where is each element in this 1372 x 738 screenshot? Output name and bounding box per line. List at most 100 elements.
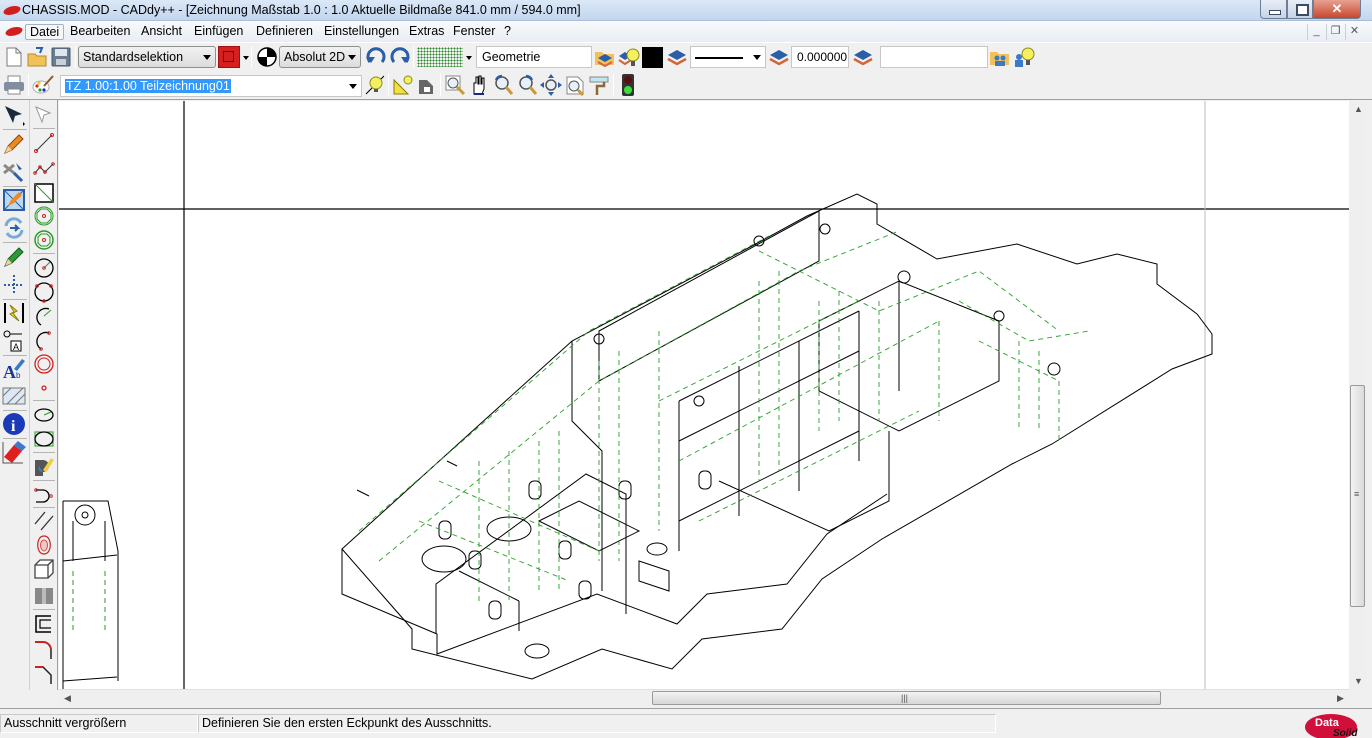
mdi-restore-button[interactable]: ❐ [1326, 24, 1344, 40]
text-style-icon[interactable]: Ab [2, 357, 26, 381]
point-icon[interactable] [33, 377, 55, 399]
vertical-scrollbar[interactable]: ▲ ≡ ▼ [1349, 101, 1366, 689]
modify-tools-icon[interactable] [2, 159, 26, 183]
layer-visibility-icon[interactable] [618, 46, 640, 68]
partial-drawing-select[interactable]: TZ 1.00:1.00 Teilzeichnung01 [60, 75, 362, 97]
group-folder-icon[interactable] [989, 46, 1011, 68]
undo-icon[interactable] [365, 46, 387, 68]
new-file-icon[interactable] [3, 46, 25, 68]
svg-text:A: A [3, 362, 16, 381]
mdi-minimize-button[interactable]: _ [1307, 24, 1325, 40]
text-attribute-icon[interactable]: A [2, 329, 26, 353]
contour-offset-icon[interactable] [33, 613, 55, 635]
box-3d-icon[interactable] [33, 558, 55, 580]
close-button[interactable]: ✕ [1313, 0, 1361, 19]
menu-bearbeiten[interactable]: Bearbeiten [66, 24, 134, 40]
fillet-icon[interactable] [33, 638, 55, 660]
scroll-up-arrow-icon[interactable]: ▲ [1354, 105, 1363, 114]
layer-stack-icon[interactable] [852, 46, 874, 68]
spline-contour-icon[interactable] [33, 534, 55, 556]
coordinate-mode-select[interactable]: Absolut 2D [279, 46, 361, 68]
select-arrow-icon[interactable] [2, 103, 26, 127]
arc-icon[interactable] [33, 329, 55, 351]
horizontal-scroll-thumb[interactable]: ||| [652, 691, 1161, 705]
pointer-icon[interactable] [33, 104, 55, 126]
redo-icon[interactable] [389, 46, 411, 68]
dimension-icon[interactable] [2, 301, 26, 325]
zoom-page-icon[interactable] [564, 74, 586, 96]
document-logo-icon[interactable] [4, 27, 24, 36]
zoom-all-icon[interactable] [540, 74, 562, 96]
pencil-draw-icon[interactable] [2, 132, 26, 156]
rectangle-icon[interactable] [33, 182, 55, 204]
arc-tangent-icon[interactable] [33, 484, 55, 506]
line-width-layer-icon[interactable] [768, 46, 790, 68]
menu-extras[interactable]: Extras [405, 24, 448, 40]
drawing-canvas[interactable] [59, 101, 1349, 689]
concentric-circle-icon[interactable] [33, 353, 55, 375]
minimize-button[interactable] [1260, 0, 1287, 19]
origin-icon[interactable] [256, 46, 278, 68]
circle-3-point-icon[interactable] [33, 281, 55, 303]
partial-drawing-visibility-icon[interactable] [364, 74, 386, 96]
pen-color-button[interactable] [218, 46, 240, 68]
zoom-out-icon[interactable] [516, 74, 538, 96]
set-square-light-icon[interactable] [392, 74, 414, 96]
color-swatch[interactable] [642, 47, 663, 68]
zoom-in-icon[interactable] [492, 74, 514, 96]
plotter-icon[interactable] [416, 74, 438, 96]
polygon-center-icon[interactable] [33, 205, 55, 227]
grid-button[interactable] [417, 47, 463, 67]
eraser-icon[interactable] [2, 440, 26, 464]
mdi-close-button[interactable]: ✕ [1345, 24, 1363, 40]
open-folder-icon[interactable] [26, 46, 48, 68]
menu-help[interactable]: ? [500, 24, 515, 40]
arc-3-point-icon[interactable] [33, 305, 55, 327]
redraw-roller-icon[interactable] [588, 74, 610, 96]
line-icon[interactable] [33, 132, 55, 154]
palette-icon[interactable] [32, 74, 54, 96]
pencil-green-icon[interactable] [2, 245, 26, 269]
pen-color-dropdown-icon[interactable] [243, 56, 249, 60]
grid-dropdown-icon[interactable] [466, 56, 472, 60]
pan-hand-icon[interactable] [468, 74, 490, 96]
info-icon[interactable]: i [2, 412, 26, 436]
selection-mode-select[interactable]: Standardselektion [78, 46, 216, 68]
menu-einstellungen[interactable]: Einstellungen [320, 24, 403, 40]
chamfer-icon[interactable] [33, 663, 55, 685]
menu-fenster[interactable]: Fenster [449, 24, 499, 40]
snap-point-icon[interactable] [2, 273, 26, 297]
ellipse-icon[interactable] [33, 404, 55, 426]
group-field[interactable] [880, 46, 988, 68]
transform-rotate-icon[interactable] [2, 216, 26, 240]
menu-definieren[interactable]: Definieren [252, 24, 317, 40]
line-type-select[interactable] [690, 46, 766, 68]
scroll-down-arrow-icon[interactable]: ▼ [1354, 677, 1363, 686]
polygon-outer-icon[interactable] [33, 229, 55, 251]
print-icon[interactable] [3, 74, 25, 96]
menu-ansicht[interactable]: Ansicht [137, 24, 186, 40]
scroll-left-arrow-icon[interactable]: ◀ [64, 694, 71, 703]
layer-folder-icon[interactable] [594, 46, 616, 68]
menu-einfuegen[interactable]: Einfügen [190, 24, 247, 40]
circle-center-radius-icon[interactable] [33, 257, 55, 279]
polyline-icon[interactable] [33, 157, 55, 179]
edit-element-icon[interactable] [2, 188, 26, 212]
save-icon[interactable] [50, 46, 72, 68]
line-width-field[interactable]: 0.000000 [791, 46, 849, 68]
ellipse-box-icon[interactable] [33, 428, 55, 450]
scroll-right-arrow-icon[interactable]: ▶ [1337, 694, 1344, 703]
group-visibility-icon[interactable] [1013, 46, 1035, 68]
hatch-icon[interactable] [2, 384, 26, 408]
maximize-button[interactable] [1287, 0, 1313, 19]
vertical-scroll-thumb[interactable]: ≡ [1350, 385, 1365, 607]
extrusion-icon[interactable] [33, 584, 55, 606]
menu-datei[interactable]: Datei [25, 24, 65, 40]
parallel-lines-icon[interactable] [33, 510, 55, 532]
fill-edit-icon[interactable] [33, 456, 55, 478]
zoom-window-icon[interactable] [444, 74, 466, 96]
horizontal-scrollbar[interactable]: ◀ ||| ▶ [59, 689, 1349, 706]
datasolid-logo: Data Solid [1305, 714, 1358, 738]
layer-name-field[interactable]: Geometrie [476, 46, 592, 68]
line-type-layer-icon[interactable] [666, 46, 688, 68]
